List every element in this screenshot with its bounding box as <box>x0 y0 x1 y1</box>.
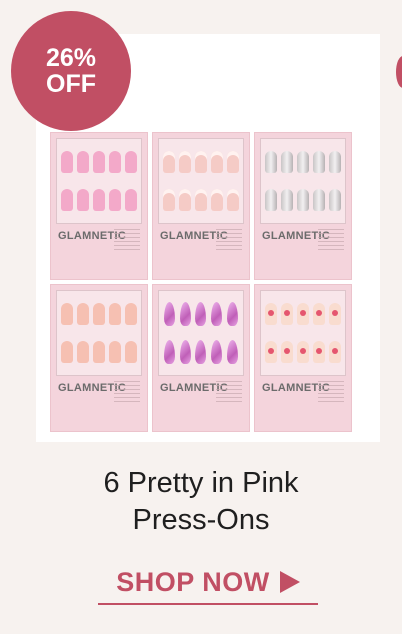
box-label: GLAMNETIC <box>158 379 244 427</box>
fine-print <box>318 381 344 403</box>
nail-box-peach: GLAMNETIC <box>50 284 148 432</box>
nail-tray <box>158 138 244 224</box>
nail-box-chrome: GLAMNETIC <box>254 132 352 280</box>
nail-box-pink: GLAMNETIC <box>50 132 148 280</box>
nail-box-iridescent: GLAMNETIC <box>152 284 250 432</box>
nail-tray <box>56 290 142 376</box>
nail-tray <box>158 290 244 376</box>
nail-tray <box>260 290 346 376</box>
product-title[interactable]: 6 Pretty in Pink Press-Ons <box>0 465 402 539</box>
nail-tray <box>260 138 346 224</box>
discount-badge: 26% OFF <box>11 11 131 131</box>
play-arrow-icon <box>279 571 300 593</box>
product-title-line1: 6 Pretty in Pink <box>103 467 299 499</box>
shop-now-button[interactable]: SHOP NOW <box>98 561 318 605</box>
fine-print <box>114 229 140 251</box>
nail-box-nude: GLAMNETIC <box>152 132 250 280</box>
discount-percent: 26% <box>45 43 97 72</box>
nail-tray <box>56 138 142 224</box>
fine-print <box>216 381 242 403</box>
shop-now-label: SHOP NOW <box>116 566 270 597</box>
box-label: GLAMNETIC <box>260 379 346 427</box>
box-label: GLAMNETIC <box>56 227 142 275</box>
box-label: GLAMNETIC <box>56 379 142 427</box>
box-label: GLAMNETIC <box>260 227 346 275</box>
product-title-line2: Press-Ons <box>132 504 270 537</box>
carousel-next-peek[interactable] <box>396 56 402 88</box>
fine-print <box>318 229 344 251</box>
nail-box-floral: GLAMNETIC <box>254 284 352 432</box>
fine-print <box>216 229 242 251</box>
fine-print <box>114 381 140 403</box>
press-on-grid: GLAMNETIC GLAMNETIC GLAMNETIC GLAMNETIC … <box>50 132 352 432</box>
discount-off-label: OFF <box>46 70 96 98</box>
box-label: GLAMNETIC <box>158 227 244 275</box>
